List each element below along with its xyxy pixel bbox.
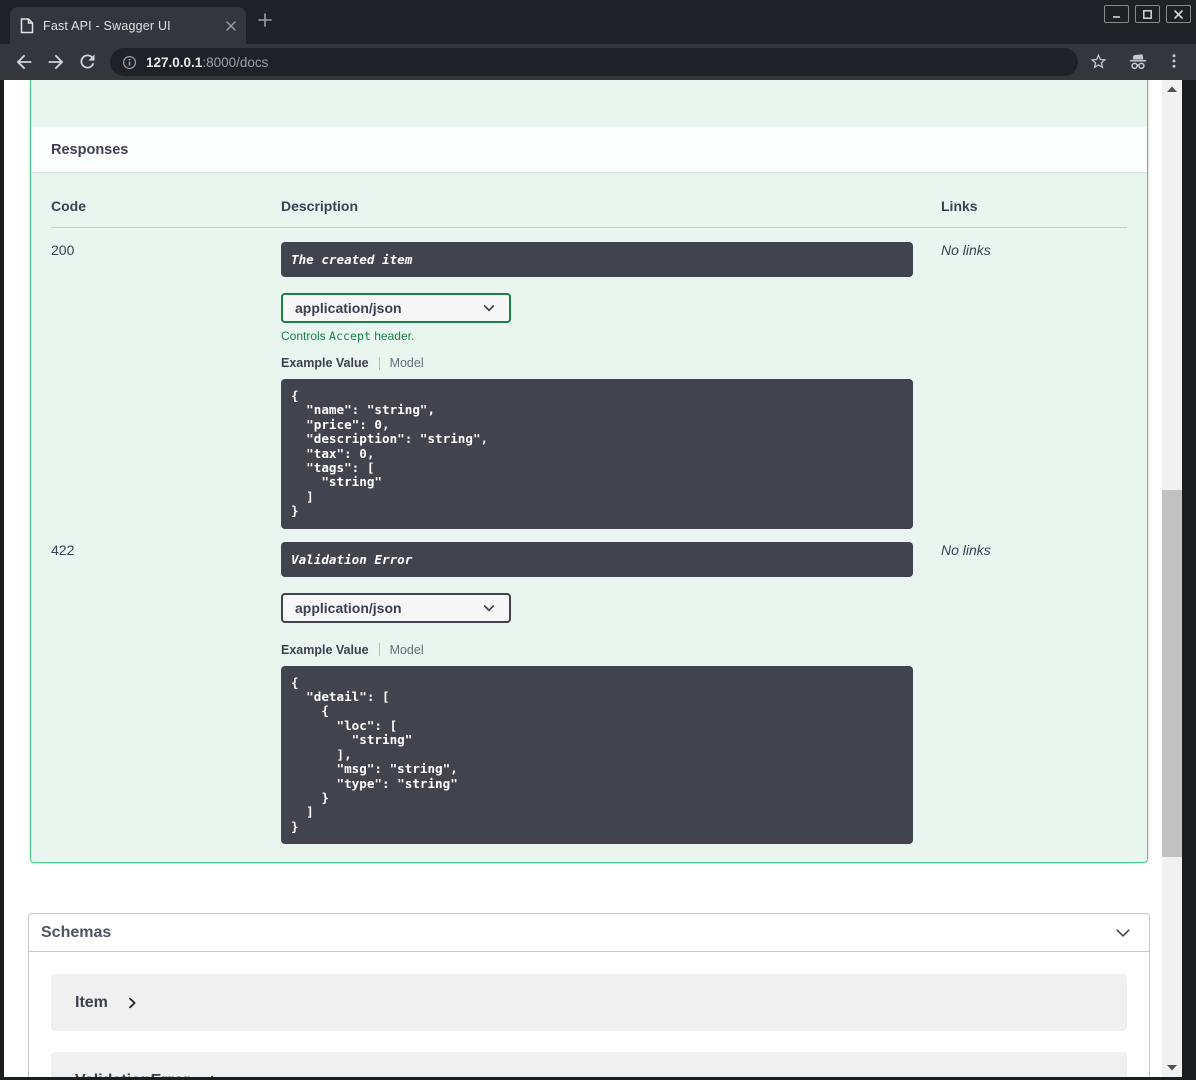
response-row-200: 200 The created item application/json Co…	[51, 242, 1127, 529]
scrollbar-thumb[interactable]	[1162, 490, 1182, 857]
forward-icon[interactable]	[45, 51, 67, 73]
chevron-down-icon	[481, 300, 497, 316]
scroll-down-icon[interactable]	[1162, 1061, 1182, 1075]
new-tab-icon[interactable]	[258, 13, 272, 27]
tab-model-200[interactable]: Model	[390, 356, 424, 370]
title-bar: Fast API - Swagger UI	[0, 0, 1196, 44]
links-200: No links	[941, 242, 991, 258]
example-json-200: { "name": "string", "price": 0, "descrip…	[281, 379, 913, 529]
back-icon[interactable]	[13, 51, 35, 73]
responses-heading: Responses	[51, 141, 129, 158]
schema-validationerror-name: ValidationError	[75, 1072, 190, 1077]
accept-header-note: Controls Accept header.	[281, 329, 941, 343]
schema-item[interactable]: Item	[51, 974, 1127, 1032]
browser-tab[interactable]: Fast API - Swagger UI	[10, 7, 246, 44]
bookmark-star-icon[interactable]	[1089, 52, 1108, 71]
tab-close-icon[interactable]	[226, 20, 236, 31]
page-viewport: Responses Code Description Links 200 The…	[4, 80, 1182, 1077]
links-422: No links	[941, 541, 991, 558]
opblock-post: Responses Code Description Links 200 The…	[30, 80, 1148, 864]
media-type-value-200: application/json	[295, 300, 402, 316]
tab-divider	[378, 643, 380, 657]
browser-toolbar: 127.0.0.1:8000/docs	[0, 44, 1196, 80]
media-type-select-200[interactable]: application/json	[281, 293, 511, 323]
url-text: 127.0.0.1:8000/docs	[146, 55, 268, 70]
status-code-200: 200	[51, 242, 75, 258]
tab-title: Fast API - Swagger UI	[43, 18, 171, 33]
url-host: 127.0.0.1	[146, 54, 203, 70]
links-column-header: Links	[941, 198, 978, 214]
swagger-content: Responses Code Description Links 200 The…	[4, 80, 1162, 1077]
opblock-spacer	[31, 80, 1147, 127]
code-column-header: Code	[51, 198, 86, 214]
chevron-down-icon	[481, 600, 497, 616]
reload-icon[interactable]	[77, 51, 98, 72]
menu-kebab-icon[interactable]	[1165, 52, 1183, 70]
response-200-description: The created item	[281, 242, 913, 277]
chevron-right-icon	[206, 1073, 222, 1077]
chevron-down-icon[interactable]	[1113, 923, 1133, 943]
response-422-description: Validation Error	[281, 541, 913, 577]
status-code-422: 422	[51, 541, 75, 558]
response-422-description-cell: Validation Error application/json Exampl…	[281, 541, 941, 845]
example-model-tabs-422: Example Value Model	[281, 643, 941, 657]
page-scrollbar[interactable]	[1162, 80, 1182, 1077]
media-type-value-422: application/json	[295, 599, 402, 616]
tab-example-value-200[interactable]: Example Value	[281, 356, 369, 370]
example-model-tabs-200: Example Value Model	[281, 356, 941, 370]
chevron-right-icon	[124, 995, 140, 1011]
schema-validationerror[interactable]: ValidationError	[51, 1052, 1127, 1077]
site-info-icon[interactable]	[122, 55, 137, 70]
minimize-button[interactable]	[1104, 5, 1129, 23]
maximize-button[interactable]	[1135, 5, 1160, 23]
description-column-header: Description	[281, 198, 359, 214]
tab-model-422[interactable]: Model	[390, 643, 424, 657]
accept-note-code: Accept	[329, 329, 371, 343]
tab-example-value-422[interactable]: Example Value	[281, 643, 369, 657]
close-button[interactable]	[1166, 5, 1191, 23]
accept-note-prefix: Controls	[281, 329, 330, 343]
url-path: :8000/docs	[202, 54, 269, 70]
schemas-heading: Schemas	[41, 923, 112, 941]
browser-window: Fast API - Swagger UI 127.0.0.1:8000/doc…	[0, 0, 1196, 1080]
responses-table-header: Code Description Links	[51, 198, 1127, 228]
schemas-header[interactable]: Schemas	[29, 914, 1149, 953]
window-controls	[1104, 5, 1191, 23]
tab-divider	[378, 356, 380, 370]
responses-table: Code Description Links 200 The created i…	[31, 172, 1147, 862]
schemas-body: Item ValidationError	[29, 952, 1149, 1077]
incognito-icon	[1127, 51, 1149, 73]
accept-note-suffix: header.	[370, 329, 415, 343]
media-type-select-422[interactable]: application/json	[281, 592, 511, 623]
responses-section-header: Responses	[31, 127, 1147, 172]
schema-item-name: Item	[75, 993, 108, 1011]
example-json-422: { "detail": [ { "loc": [ "string" ], "ms…	[281, 665, 913, 845]
response-row-422: 422 Validation Error application/json Ex…	[51, 541, 1127, 845]
scroll-up-icon[interactable]	[1162, 82, 1182, 96]
response-200-description-cell: The created item application/json Contro…	[281, 242, 941, 529]
url-bar[interactable]: 127.0.0.1:8000/docs	[110, 48, 1078, 76]
schemas-section: Schemas Item ValidationError	[28, 913, 1150, 1077]
document-icon	[20, 17, 34, 34]
